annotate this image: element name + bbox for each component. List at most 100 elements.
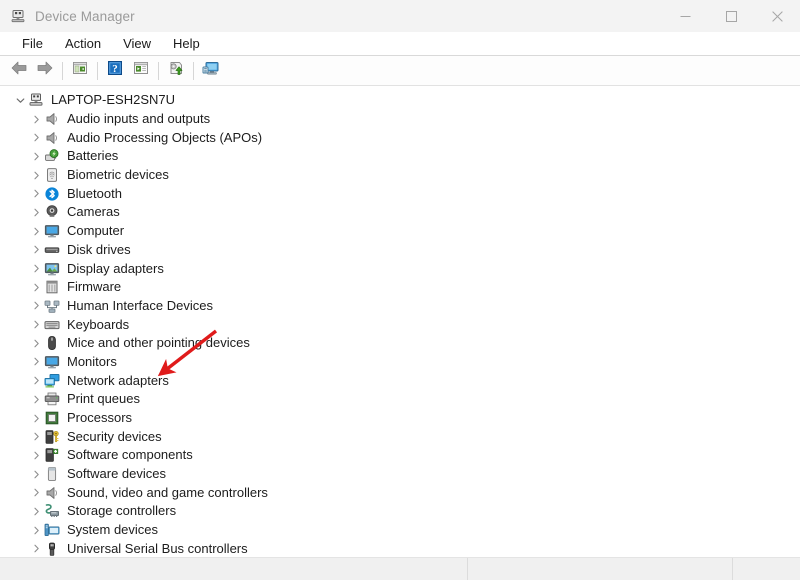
tree-node-bluetooth[interactable]: Bluetooth [0,184,800,203]
tree-node-label: Software components [67,447,193,463]
svg-text:?: ? [112,63,118,75]
bluetooth-icon [44,186,60,202]
tree-node-keyboards[interactable]: Keyboards [0,315,800,334]
tree-node-root[interactable]: LAPTOP-ESH2SN7U [0,91,800,110]
tree-node-computer[interactable]: Computer [0,222,800,241]
help-button[interactable]: ? [102,59,128,83]
tree-node-storage-controllers[interactable]: Storage controllers [0,502,800,521]
properties-button[interactable] [128,59,154,83]
chevron-right-icon[interactable] [28,414,44,423]
tree-node-monitors[interactable]: Monitors [0,353,800,372]
tree-node-network-adapters[interactable]: Network adapters [0,371,800,390]
tree-node-label: Sound, video and game controllers [67,484,268,500]
console-tree-icon [71,60,89,81]
chevron-right-icon[interactable] [28,115,44,124]
tree-node-cameras[interactable]: Cameras [0,203,800,222]
tree-node-label: Monitors [67,353,117,369]
tree-node-disk-drives[interactable]: Disk drives [0,241,800,260]
window-title: Device Manager [35,8,135,24]
tree-node-processors[interactable]: Processors [0,409,800,428]
chevron-down-icon[interactable] [12,96,28,105]
network-adapter-icon [44,373,60,389]
back-arrow-icon [10,60,28,81]
show-hide-console-tree-button[interactable] [67,59,93,83]
firmware-chip-icon [44,279,60,295]
forward-arrow-icon [36,60,54,81]
chevron-right-icon[interactable] [28,171,44,180]
tree-node-firmware[interactable]: Firmware [0,278,800,297]
display-adapter-icon [44,261,60,277]
tree-node-software-devices[interactable]: Software devices [0,465,800,484]
chevron-right-icon[interactable] [28,283,44,292]
update-driver-button[interactable] [163,59,189,83]
tree-node-system-devices[interactable]: System devices [0,521,800,540]
status-pane-secondary [467,558,732,580]
tree-node-display-adapters[interactable]: Display adapters [0,259,800,278]
menu-view[interactable]: View [112,32,162,55]
chevron-right-icon[interactable] [28,189,44,198]
monitor-icon [44,354,60,370]
minimize-button[interactable] [662,0,708,32]
chevron-right-icon[interactable] [28,227,44,236]
tree-node-label: Storage controllers [67,503,177,519]
chevron-right-icon[interactable] [28,152,44,161]
speaker-icon [44,485,60,501]
tree-node-label: Batteries [67,148,119,164]
chevron-right-icon[interactable] [28,432,44,441]
chevron-right-icon[interactable] [28,507,44,516]
fingerprint-icon [44,167,60,183]
chevron-right-icon[interactable] [28,301,44,310]
software-device-icon [44,466,60,482]
help-question-icon: ? [107,60,123,81]
title-bar: Device Manager [0,0,800,32]
tree-node-human-interface-devices[interactable]: Human Interface Devices [0,297,800,316]
tree-node-biometric-devices[interactable]: Biometric devices [0,166,800,185]
chevron-right-icon[interactable] [28,357,44,366]
usb-icon [44,541,60,557]
toolbar-separator-3 [158,61,159,80]
tree-node-label: Network adapters [67,372,169,388]
close-button[interactable] [754,0,800,32]
chevron-right-icon[interactable] [28,208,44,217]
tree-node-label: Security devices [67,428,162,444]
chevron-right-icon[interactable] [28,395,44,404]
security-device-icon [44,429,60,445]
chevron-right-icon[interactable] [28,488,44,497]
scan-hardware-button[interactable] [198,59,224,83]
tree-node-audio-inputs-and-outputs[interactable]: Audio inputs and outputs [0,110,800,129]
chevron-right-icon[interactable] [28,320,44,329]
toolbar-separator-2 [97,61,98,80]
tree-node-mice-and-other-pointing-devices[interactable]: Mice and other pointing devices [0,334,800,353]
chevron-right-icon[interactable] [28,133,44,142]
tree-node-label: Universal Serial Bus controllers [67,540,248,556]
tree-node-label: Disk drives [67,241,131,257]
chevron-right-icon[interactable] [28,470,44,479]
chevron-right-icon[interactable] [28,451,44,460]
tree-node-security-devices[interactable]: Security devices [0,427,800,446]
back-button[interactable] [6,59,32,83]
status-pane-tertiary [732,558,800,580]
chevron-right-icon[interactable] [28,245,44,254]
tree-node-sound-video-and-game-controllers[interactable]: Sound, video and game controllers [0,483,800,502]
chevron-right-icon[interactable] [28,526,44,535]
chevron-right-icon[interactable] [28,264,44,273]
tree-node-batteries[interactable]: Batteries [0,147,800,166]
menu-help[interactable]: Help [162,32,211,55]
tree-node-audio-processing-objects[interactable]: Audio Processing Objects (APOs) [0,128,800,147]
menu-file[interactable]: File [11,32,54,55]
status-bar [0,557,800,580]
device-tree[interactable]: LAPTOP-ESH2SN7U Audio inputs and outputs [0,86,800,557]
chevron-right-icon[interactable] [28,376,44,385]
chevron-right-icon[interactable] [28,339,44,348]
menu-action[interactable]: Action [54,32,112,55]
forward-button[interactable] [32,59,58,83]
window-controls [662,0,800,32]
tree-node-print-queues[interactable]: Print queues [0,390,800,409]
maximize-button[interactable] [708,0,754,32]
tree-node-label: Computer [67,223,125,239]
chevron-right-icon[interactable] [28,544,44,553]
tree-node-label: Audio Processing Objects (APOs) [67,129,263,145]
tree-node-software-components[interactable]: Software components [0,446,800,465]
tree-node-universal-serial-bus-controllers[interactable]: Universal Serial Bus controllers [0,540,800,558]
toolbar-separator-1 [62,61,63,80]
